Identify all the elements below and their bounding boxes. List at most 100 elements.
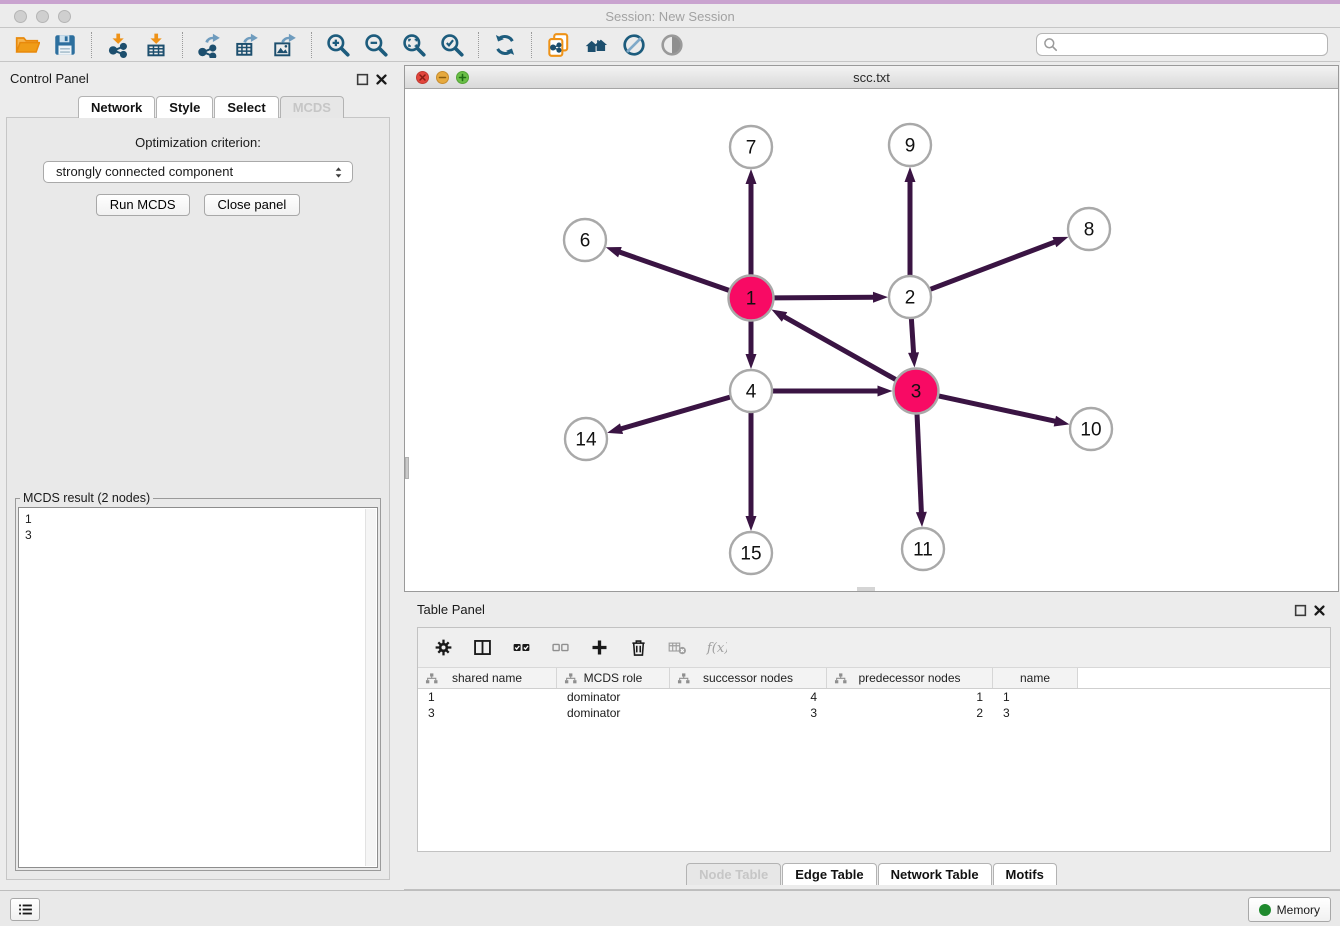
graph-edge-1-6[interactable] — [618, 252, 730, 291]
import-network-from-file-button[interactable] — [99, 30, 137, 60]
graph-edge-3-11[interactable] — [917, 413, 921, 514]
zoom-fit-content-button[interactable] — [395, 30, 433, 60]
close-panel-icon[interactable] — [374, 72, 389, 87]
export-network-icon — [196, 32, 222, 58]
float-panel-icon[interactable] — [355, 72, 370, 87]
zoom-selected-button[interactable] — [433, 30, 471, 60]
column-layout-button[interactable] — [471, 637, 493, 659]
network-vertical-scroll-grip[interactable] — [405, 457, 409, 479]
table-panel-title: Table Panel — [417, 602, 485, 617]
graph-edge-4-14[interactable] — [620, 397, 731, 429]
close-panel-button[interactable]: Close panel — [204, 194, 301, 216]
export-image-button[interactable] — [266, 30, 304, 60]
graph-node-label-15: 15 — [740, 544, 761, 565]
tab-motifs[interactable]: Motifs — [993, 863, 1057, 885]
task-history-button[interactable] — [10, 898, 40, 921]
column-header-name[interactable]: name — [993, 668, 1078, 688]
chevron-up-down-icon — [330, 164, 347, 181]
result-scrollbar[interactable] — [365, 509, 376, 866]
dropdown-value: strongly connected component — [56, 164, 233, 179]
zoom-out-icon — [363, 32, 389, 58]
table-cell[interactable]: 1 — [418, 690, 557, 704]
table-cell[interactable]: 3 — [993, 706, 1078, 720]
graph-edge-3-10[interactable] — [938, 396, 1057, 422]
column-header-shared-name[interactable]: shared name — [418, 668, 557, 688]
network-window-titlebar[interactable]: scc.txt — [405, 66, 1338, 89]
table-cell[interactable]: 3 — [418, 706, 557, 720]
export-table-button[interactable] — [228, 30, 266, 60]
graph-edge-1-2[interactable] — [773, 297, 875, 298]
graph-edge-2-8[interactable] — [930, 241, 1057, 289]
column-header-MCDS-role[interactable]: MCDS role — [557, 668, 670, 688]
run-mcds-button[interactable]: Run MCDS — [96, 194, 190, 216]
table-cell[interactable]: 1 — [827, 690, 993, 704]
table-cell[interactable]: dominator — [557, 706, 670, 720]
import-network-from-file-icon — [105, 32, 131, 58]
table-cell[interactable]: 2 — [827, 706, 993, 720]
refresh-view-button[interactable] — [486, 30, 524, 60]
table-cell[interactable]: 4 — [670, 690, 827, 704]
column-header-label: predecessor nodes — [858, 671, 960, 685]
network-horizontal-scroll-grip[interactable] — [857, 587, 875, 591]
close-table-panel-icon[interactable] — [1312, 603, 1327, 618]
tab-node-table[interactable]: Node Table — [686, 863, 781, 885]
table-toolbar: f(x) — [418, 628, 1330, 668]
status-bar: Memory — [0, 890, 1340, 926]
graph-arrowhead-2-9 — [905, 167, 916, 182]
graph-node-label-1: 1 — [746, 289, 757, 310]
table-cell[interactable]: 3 — [670, 706, 827, 720]
zoom-in-button[interactable] — [319, 30, 357, 60]
network-graph[interactable]: 7968124314101511 — [405, 89, 1338, 591]
import-table-from-file-button[interactable] — [137, 30, 175, 60]
graph-edge-2-3[interactable] — [911, 318, 913, 355]
add-column-plus-button[interactable] — [588, 637, 610, 659]
tab-edge-table[interactable]: Edge Table — [782, 863, 876, 885]
column-layout-icon — [472, 637, 493, 658]
table-cell[interactable]: 1 — [993, 690, 1078, 704]
select-all-checkboxes-button[interactable] — [510, 637, 532, 659]
memory-label: Memory — [1277, 903, 1320, 917]
table-settings-gear-button[interactable] — [432, 637, 454, 659]
tab-network[interactable]: Network — [78, 96, 155, 118]
app-titlebar: Session: New Session — [0, 4, 1340, 28]
column-header-predecessor-nodes[interactable]: predecessor nodes — [827, 668, 993, 688]
export-image-icon — [272, 32, 298, 58]
home-network-overview-icon — [583, 32, 609, 58]
tab-select[interactable]: Select — [214, 96, 278, 118]
mcds-result-list[interactable]: 13 — [18, 507, 378, 868]
search-box[interactable] — [1036, 33, 1328, 56]
column-header-label: name — [1020, 671, 1050, 685]
optimization-criterion-dropdown[interactable]: strongly connected component — [43, 161, 353, 183]
application-window: Session: New Session Control Panel Netwo… — [0, 0, 1340, 926]
search-input[interactable] — [1058, 34, 1327, 55]
network-canvas[interactable]: 7968124314101511 — [405, 89, 1338, 591]
toolbar-separator — [478, 32, 479, 58]
column-header-successor-nodes[interactable]: successor nodes — [670, 668, 827, 688]
float-table-panel-icon[interactable] — [1293, 603, 1308, 618]
home-network-overview-button[interactable] — [577, 30, 615, 60]
delete-column-trash-icon — [628, 637, 649, 658]
graph-node-label-7: 7 — [746, 138, 757, 159]
memory-button[interactable]: Memory — [1248, 897, 1331, 922]
tab-mcds[interactable]: MCDS — [280, 96, 344, 118]
zoom-out-button[interactable] — [357, 30, 395, 60]
mcds-result-line: 1 — [25, 511, 371, 527]
graph-arrowhead-2-8 — [1052, 237, 1068, 247]
graph-edge-3-1[interactable] — [783, 316, 897, 380]
export-network-button[interactable] — [190, 30, 228, 60]
tab-style[interactable]: Style — [156, 96, 213, 118]
show-graphics-details-button[interactable] — [653, 30, 691, 60]
tab-network-table[interactable]: Network Table — [878, 863, 992, 885]
duplicate-network-button[interactable] — [539, 30, 577, 60]
deselect-all-checkboxes-button[interactable] — [549, 637, 571, 659]
graph-node-label-2: 2 — [905, 288, 916, 309]
graph-node-label-10: 10 — [1080, 420, 1101, 441]
save-session-button[interactable] — [46, 30, 84, 60]
save-session-icon — [52, 32, 78, 58]
hide-graphics-details-button[interactable] — [615, 30, 653, 60]
open-session-button[interactable] — [8, 30, 46, 60]
delete-column-trash-button[interactable] — [627, 637, 649, 659]
table-row[interactable]: 3dominator323 — [418, 705, 1330, 721]
table-row[interactable]: 1dominator411 — [418, 689, 1330, 705]
table-cell[interactable]: dominator — [557, 690, 670, 704]
